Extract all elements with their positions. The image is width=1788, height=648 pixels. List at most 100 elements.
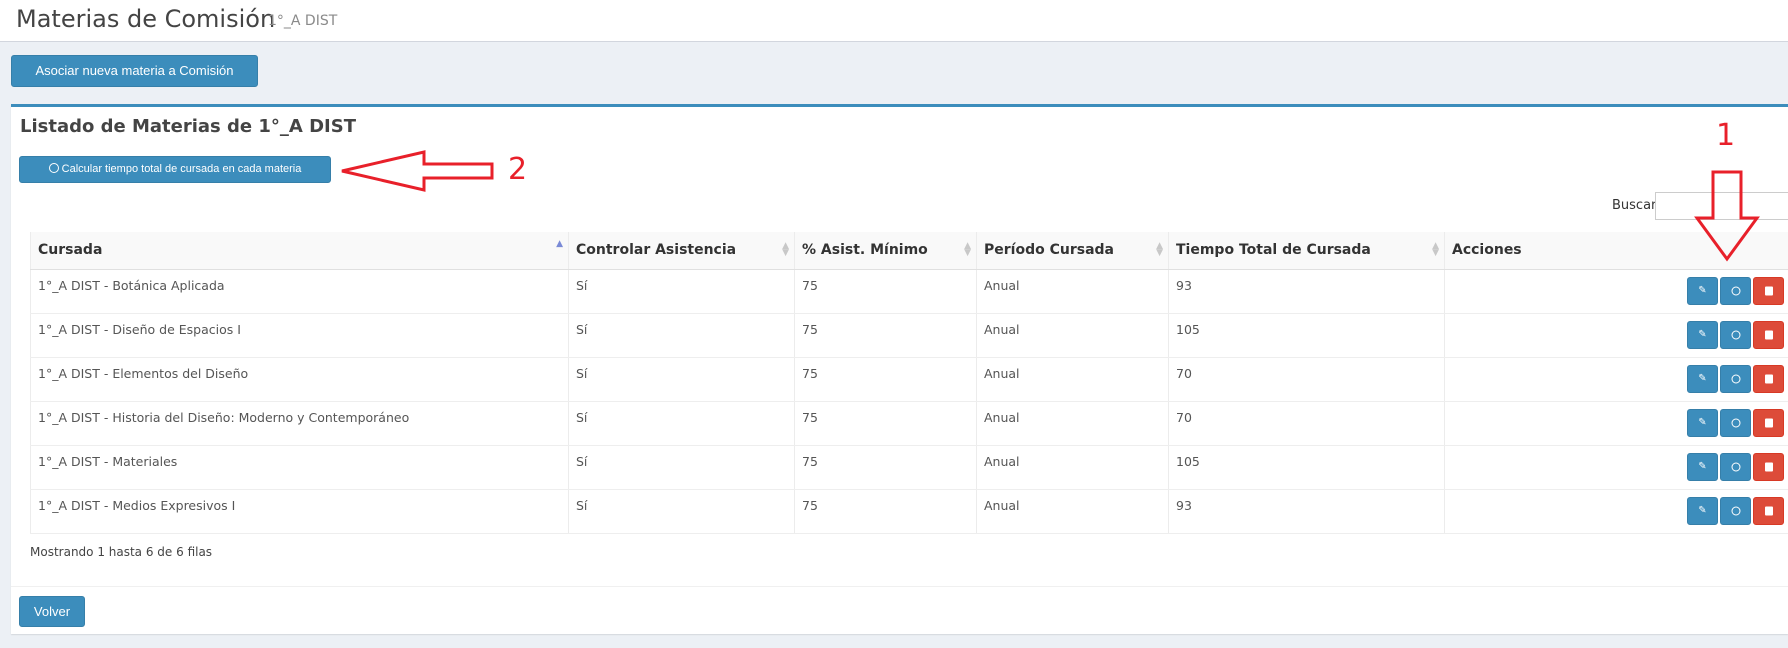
cell-acciones: ✎ bbox=[1444, 269, 1788, 314]
column-header-controlar-asistencia[interactable]: Controlar Asistencia ▲ ▼ bbox=[568, 232, 795, 270]
edit-button[interactable]: ✎ bbox=[1687, 408, 1718, 437]
cell-asist-minimo: 75 bbox=[794, 401, 977, 446]
edit-button[interactable]: ✎ bbox=[1687, 364, 1718, 393]
cell-tiempo-total: 93 bbox=[1168, 269, 1445, 314]
sort-icon: ▲ ▼ bbox=[964, 241, 971, 258]
trash-icon bbox=[1764, 418, 1773, 427]
trash-icon bbox=[1764, 506, 1773, 515]
calculate-time-row-button[interactable] bbox=[1720, 320, 1751, 349]
edit-button[interactable]: ✎ bbox=[1687, 276, 1718, 305]
cell-controlar-asistencia: Sí bbox=[568, 445, 795, 490]
delete-button[interactable] bbox=[1753, 320, 1784, 349]
trash-icon bbox=[1764, 330, 1773, 339]
delete-button[interactable] bbox=[1753, 496, 1784, 525]
cell-controlar-asistencia: Sí bbox=[568, 401, 795, 446]
calculate-time-label: Calcular tiempo total de cursada en cada… bbox=[61, 163, 302, 175]
cell-tiempo-total: 70 bbox=[1168, 357, 1445, 402]
cell-asist-minimo: 75 bbox=[794, 313, 977, 358]
cell-controlar-asistencia: Sí bbox=[568, 489, 795, 534]
cell-cursada: 1°_A DIST - Historia del Diseño: Moderno… bbox=[30, 401, 569, 446]
sort-asc-icon: ▲ bbox=[556, 239, 563, 249]
column-header-cursada[interactable]: Cursada ▲ bbox=[30, 232, 569, 270]
cell-acciones: ✎ bbox=[1444, 313, 1788, 358]
cell-acciones: ✎ bbox=[1444, 357, 1788, 402]
clock-icon bbox=[1731, 462, 1740, 471]
edit-button[interactable]: ✎ bbox=[1687, 496, 1718, 525]
subjects-table: Cursada ▲ Controlar Asistencia ▲ ▼ % Asist.… bbox=[30, 232, 1788, 534]
column-header-tiempo-total[interactable]: Tiempo Total de Cursada ▲ ▼ bbox=[1168, 232, 1445, 270]
clock-icon bbox=[48, 163, 59, 173]
cell-controlar-asistencia: Sí bbox=[568, 269, 795, 314]
table-row: 1°_A DIST - Medios Expresivos I Sí 75 Anual… bbox=[30, 489, 1788, 534]
table-row: 1°_A DIST - Materiales Sí 75 Anual 105 ✎ bbox=[30, 445, 1788, 490]
sort-icon: ▲ ▼ bbox=[1432, 241, 1439, 258]
edit-icon: ✎ bbox=[1698, 284, 1707, 296]
cell-asist-minimo: 75 bbox=[794, 489, 977, 534]
subjects-table-wrap: Cursada ▲ Controlar Asistencia ▲ ▼ % Asist.… bbox=[30, 232, 1788, 534]
cell-controlar-asistencia: Sí bbox=[568, 357, 795, 402]
sort-icon: ▲ ▼ bbox=[782, 241, 789, 258]
divider bbox=[11, 586, 1788, 587]
trash-icon bbox=[1764, 374, 1773, 383]
calculate-time-row-button[interactable] bbox=[1720, 364, 1751, 393]
calculate-time-row-button[interactable] bbox=[1720, 408, 1751, 437]
cell-acciones: ✎ bbox=[1444, 489, 1788, 534]
trash-icon bbox=[1764, 286, 1773, 295]
page-header: Materias de Comisión 1°_A DIST bbox=[0, 0, 1788, 42]
subjects-box: Listado de Materias de 1°_A DIST Calcula… bbox=[11, 104, 1788, 634]
delete-button[interactable] bbox=[1753, 364, 1784, 393]
cell-cursada: 1°_A DIST - Botánica Aplicada bbox=[30, 269, 569, 314]
table-row: 1°_A DIST - Historia del Diseño: Moderno… bbox=[30, 401, 1788, 446]
cell-asist-minimo: 75 bbox=[794, 445, 977, 490]
cell-periodo: Anual bbox=[976, 313, 1169, 358]
edit-icon: ✎ bbox=[1698, 416, 1707, 428]
page-subtitle: 1°_A DIST bbox=[268, 13, 338, 29]
clock-icon bbox=[1731, 418, 1740, 427]
cell-acciones: ✎ bbox=[1444, 401, 1788, 446]
edit-button[interactable]: ✎ bbox=[1687, 320, 1718, 349]
back-button[interactable]: Volver bbox=[19, 596, 85, 627]
calculate-time-row-button[interactable] bbox=[1720, 276, 1751, 305]
annotation-arrow-left bbox=[341, 150, 494, 192]
cell-periodo: Anual bbox=[976, 489, 1169, 534]
delete-button[interactable] bbox=[1753, 276, 1784, 305]
cell-periodo: Anual bbox=[976, 357, 1169, 402]
cell-asist-minimo: 75 bbox=[794, 357, 977, 402]
edit-icon: ✎ bbox=[1698, 372, 1707, 384]
column-header-asist-minimo[interactable]: % Asist. Mínimo ▲ ▼ bbox=[794, 232, 977, 270]
clock-icon bbox=[1731, 286, 1740, 295]
edit-icon: ✎ bbox=[1698, 504, 1707, 516]
clock-icon bbox=[1731, 506, 1740, 515]
sort-icon: ▲ ▼ bbox=[1156, 241, 1163, 258]
clock-icon bbox=[1731, 330, 1740, 339]
edit-button[interactable]: ✎ bbox=[1687, 452, 1718, 481]
trash-icon bbox=[1764, 462, 1773, 471]
annotation-number-2: 2 bbox=[508, 152, 528, 187]
cell-tiempo-total: 93 bbox=[1168, 489, 1445, 534]
cell-controlar-asistencia: Sí bbox=[568, 313, 795, 358]
annotation-arrow-down bbox=[1694, 170, 1760, 262]
box-title: Listado de Materias de 1°_A DIST bbox=[20, 116, 356, 137]
cell-cursada: 1°_A DIST - Diseño de Espacios I bbox=[30, 313, 569, 358]
cell-cursada: 1°_A DIST - Elementos del Diseño bbox=[30, 357, 569, 402]
cell-tiempo-total: 105 bbox=[1168, 445, 1445, 490]
clock-icon bbox=[1731, 374, 1740, 383]
cell-asist-minimo: 75 bbox=[794, 269, 977, 314]
table-header-row: Cursada ▲ Controlar Asistencia ▲ ▼ % Asist.… bbox=[30, 232, 1788, 270]
delete-button[interactable] bbox=[1753, 408, 1784, 437]
calculate-time-row-button[interactable] bbox=[1720, 452, 1751, 481]
associate-subject-button[interactable]: Asociar nueva materia a Comisión bbox=[11, 55, 258, 87]
edit-icon: ✎ bbox=[1698, 328, 1707, 340]
delete-button[interactable] bbox=[1753, 452, 1784, 481]
calculate-time-row-button[interactable] bbox=[1720, 496, 1751, 525]
search-label: Buscar: bbox=[1612, 198, 1661, 213]
calculate-time-button[interactable]: Calcular tiempo total de cursada en cada… bbox=[19, 156, 331, 183]
cell-cursada: 1°_A DIST - Materiales bbox=[30, 445, 569, 490]
cell-periodo: Anual bbox=[976, 401, 1169, 446]
cell-periodo: Anual bbox=[976, 269, 1169, 314]
cell-acciones: ✎ bbox=[1444, 445, 1788, 490]
cell-periodo: Anual bbox=[976, 445, 1169, 490]
column-header-periodo[interactable]: Período Cursada ▲ ▼ bbox=[976, 232, 1169, 270]
annotation-number-1: 1 bbox=[1716, 118, 1736, 153]
cell-tiempo-total: 70 bbox=[1168, 401, 1445, 446]
